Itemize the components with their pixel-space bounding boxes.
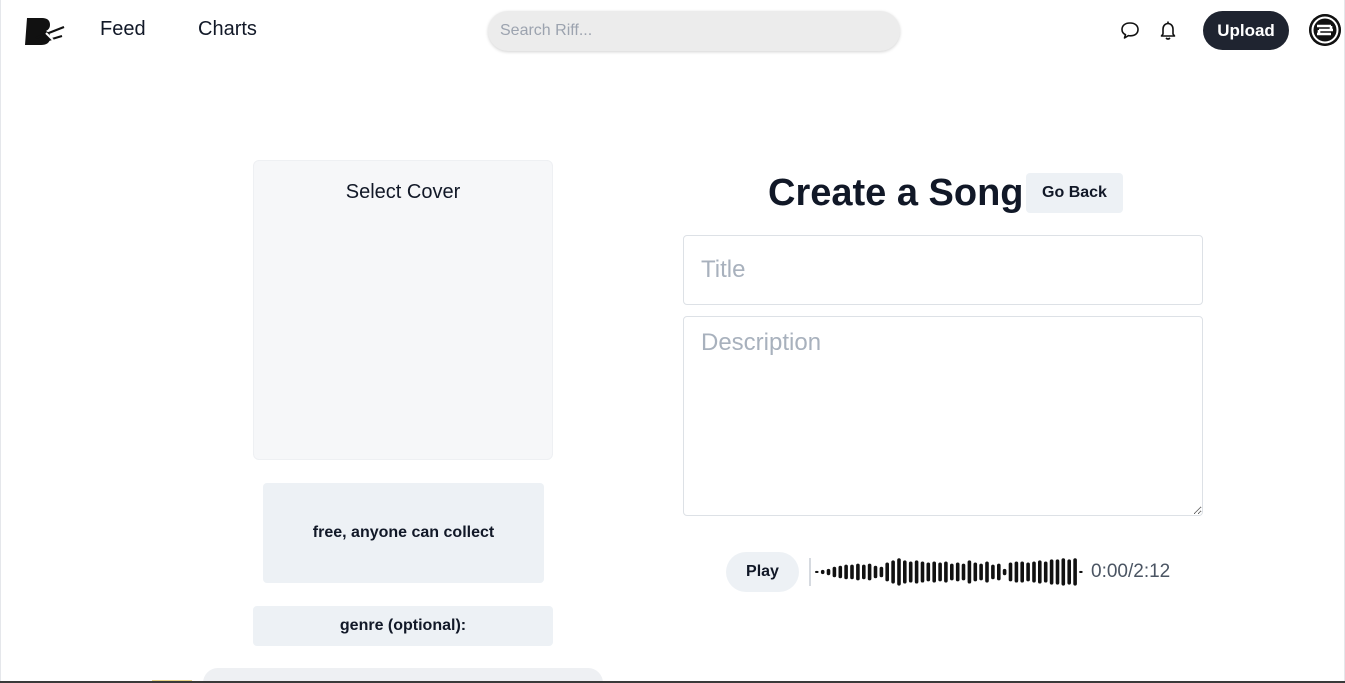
riff-logo-icon[interactable] (22, 14, 66, 48)
description-textarea[interactable] (683, 316, 1203, 516)
select-cover-label: Select Cover (345, 181, 461, 203)
genre-select-button[interactable]: genre (optional): (253, 606, 553, 646)
audio-waveform-icon[interactable] (808, 552, 1084, 592)
page-title: Create a Song (768, 172, 1024, 214)
top-navbar: Feed Charts Upload (0, 0, 1345, 62)
play-button[interactable]: Play (726, 552, 799, 592)
search-input[interactable] (488, 11, 900, 51)
bell-icon[interactable] (1157, 18, 1179, 42)
upload-button[interactable]: Upload (1203, 11, 1289, 50)
title-input[interactable] (683, 235, 1203, 305)
playback-time: 0:00/2:12 (1091, 561, 1171, 582)
user-avatar-icon[interactable] (1309, 14, 1341, 46)
select-cover-dropzone[interactable]: Select Cover (253, 160, 553, 460)
go-back-button[interactable]: Go Back (1026, 173, 1123, 213)
chat-bubble-icon[interactable] (1119, 18, 1141, 42)
license-select-button[interactable]: free, anyone can collect (263, 483, 544, 583)
nav-link-feed[interactable]: Feed (100, 18, 146, 41)
nav-link-charts[interactable]: Charts (198, 18, 257, 41)
